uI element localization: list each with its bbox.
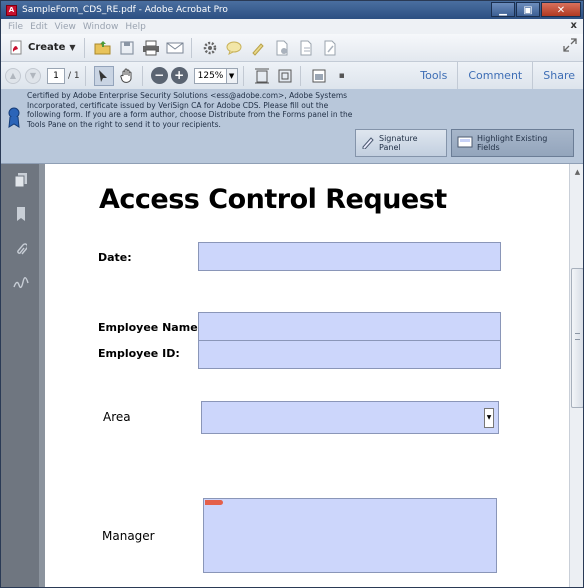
- signature-panel-label: Signature Panel: [379, 134, 418, 152]
- toolbar-divider: [141, 65, 143, 86]
- pdf-page: Access Control Request Date: Employee Na…: [45, 164, 569, 587]
- employee-name-label: Employee Name:: [98, 321, 203, 334]
- menu-bar: File Edit View Window Help x: [1, 19, 583, 35]
- employee-id-field[interactable]: [198, 340, 501, 369]
- menu-window[interactable]: Window: [83, 22, 119, 32]
- page-total: / 1: [68, 70, 80, 81]
- toolbar-divider: [83, 37, 85, 58]
- expand-icon[interactable]: [563, 38, 577, 56]
- title-bar: A SampleForm_CDS_RE.pdf - Adobe Acrobat …: [1, 1, 583, 19]
- zoom-level-input[interactable]: 125%: [193, 67, 227, 84]
- toolbar-divider: [242, 65, 244, 86]
- signatures-icon[interactable]: [13, 277, 29, 293]
- document-message-bar: Certified by Adobe Enterprise Security S…: [1, 89, 583, 164]
- create-button[interactable]: Create ▼: [5, 37, 79, 59]
- signature-panel-button[interactable]: Signature Panel: [355, 129, 447, 157]
- chevron-down-icon: ▼: [69, 43, 76, 52]
- grip-icon: [575, 333, 580, 340]
- print-icon[interactable]: [140, 37, 162, 59]
- field-marker: [205, 500, 223, 505]
- date-field[interactable]: [198, 242, 501, 271]
- manager-field[interactable]: [203, 498, 497, 573]
- fit-page-icon[interactable]: [275, 66, 295, 86]
- gear-icon[interactable]: [199, 37, 221, 59]
- menu-file[interactable]: File: [8, 22, 23, 32]
- scroll-thumb[interactable]: [571, 268, 583, 408]
- bookmark-icon[interactable]: [13, 206, 29, 222]
- main-toolbar: Create ▼: [1, 34, 583, 62]
- open-folder-icon[interactable]: [92, 37, 114, 59]
- minimize-button[interactable]: ▁: [491, 2, 515, 17]
- create-pdf-icon: [8, 39, 25, 57]
- scroll-up-icon[interactable]: ▲: [572, 167, 583, 178]
- menu-help[interactable]: Help: [125, 22, 146, 32]
- area-label: Area: [103, 410, 131, 424]
- toolbar-divider: [190, 37, 192, 58]
- select-cursor-icon[interactable]: [93, 65, 114, 86]
- employee-name-field[interactable]: [198, 312, 501, 341]
- certified-ribbon-icon: [7, 107, 21, 129]
- document-icon[interactable]: [295, 37, 317, 59]
- document-view: Access Control Request Date: Employee Na…: [39, 164, 569, 587]
- read-mode-icon[interactable]: [309, 66, 329, 86]
- form-title: Access Control Request: [99, 184, 447, 215]
- signature-pen-icon: [361, 135, 375, 152]
- vertical-scrollbar[interactable]: ▲: [569, 164, 583, 587]
- document-icon[interactable]: [271, 37, 293, 59]
- attachment-icon[interactable]: [13, 242, 29, 258]
- tab-share[interactable]: Share: [532, 62, 583, 89]
- navigation-pane: [1, 164, 39, 587]
- highlight-icon[interactable]: [247, 37, 269, 59]
- window-title: SampleForm_CDS_RE.pdf - Adobe Acrobat Pr…: [22, 5, 228, 15]
- certification-message: Certified by Adobe Enterprise Security S…: [27, 91, 353, 129]
- maximize-button[interactable]: ▣: [516, 2, 540, 17]
- toolbar-divider: [299, 65, 301, 86]
- employee-id-label: Employee ID:: [98, 347, 180, 360]
- close-window-button[interactable]: ✕: [541, 2, 581, 17]
- next-page-icon[interactable]: ▼: [25, 67, 41, 84]
- more-options-icon[interactable]: ▪: [332, 66, 352, 86]
- zoom-in-button[interactable]: +: [170, 67, 188, 84]
- previous-page-icon[interactable]: ▲: [5, 67, 21, 84]
- tab-tools[interactable]: Tools: [410, 62, 457, 89]
- toolbar-divider: [84, 65, 86, 86]
- acrobat-app-icon: A: [6, 4, 17, 16]
- close-document-button[interactable]: x: [571, 20, 577, 31]
- zoom-out-button[interactable]: −: [150, 67, 168, 84]
- acrobat-window: A SampleForm_CDS_RE.pdf - Adobe Acrobat …: [0, 0, 584, 588]
- pane-tabs: Tools Comment Share: [410, 62, 583, 89]
- chevron-down-icon[interactable]: ▼: [484, 408, 494, 428]
- fit-width-icon[interactable]: [252, 66, 272, 86]
- hand-tool-icon[interactable]: [117, 66, 137, 86]
- email-icon[interactable]: [164, 37, 186, 59]
- highlight-fields-label: Highlight Existing Fields: [477, 134, 548, 152]
- document-icon[interactable]: [319, 37, 341, 59]
- navigation-toolbar: ▲ ▼ 1 / 1 − + 125% ▼ ▪ Tools Comment Sha: [1, 62, 583, 90]
- highlight-fields-button[interactable]: Highlight Existing Fields: [451, 129, 574, 157]
- tab-comment[interactable]: Comment: [457, 62, 532, 89]
- menu-view[interactable]: View: [55, 22, 76, 32]
- save-icon[interactable]: [116, 37, 138, 59]
- menu-edit[interactable]: Edit: [30, 22, 47, 32]
- area-dropdown[interactable]: ▼: [201, 401, 499, 434]
- highlight-fields-icon: [457, 135, 473, 152]
- manager-label: Manager: [102, 529, 155, 543]
- comment-bubble-icon[interactable]: [223, 37, 245, 59]
- page-thumbnails-icon[interactable]: [13, 172, 29, 188]
- chevron-down-icon[interactable]: ▼: [226, 67, 238, 84]
- page-number-input[interactable]: 1: [47, 67, 65, 84]
- window-controls: ▁ ▣ ✕: [490, 2, 581, 17]
- date-label: Date:: [98, 251, 132, 264]
- create-label: Create: [28, 42, 66, 53]
